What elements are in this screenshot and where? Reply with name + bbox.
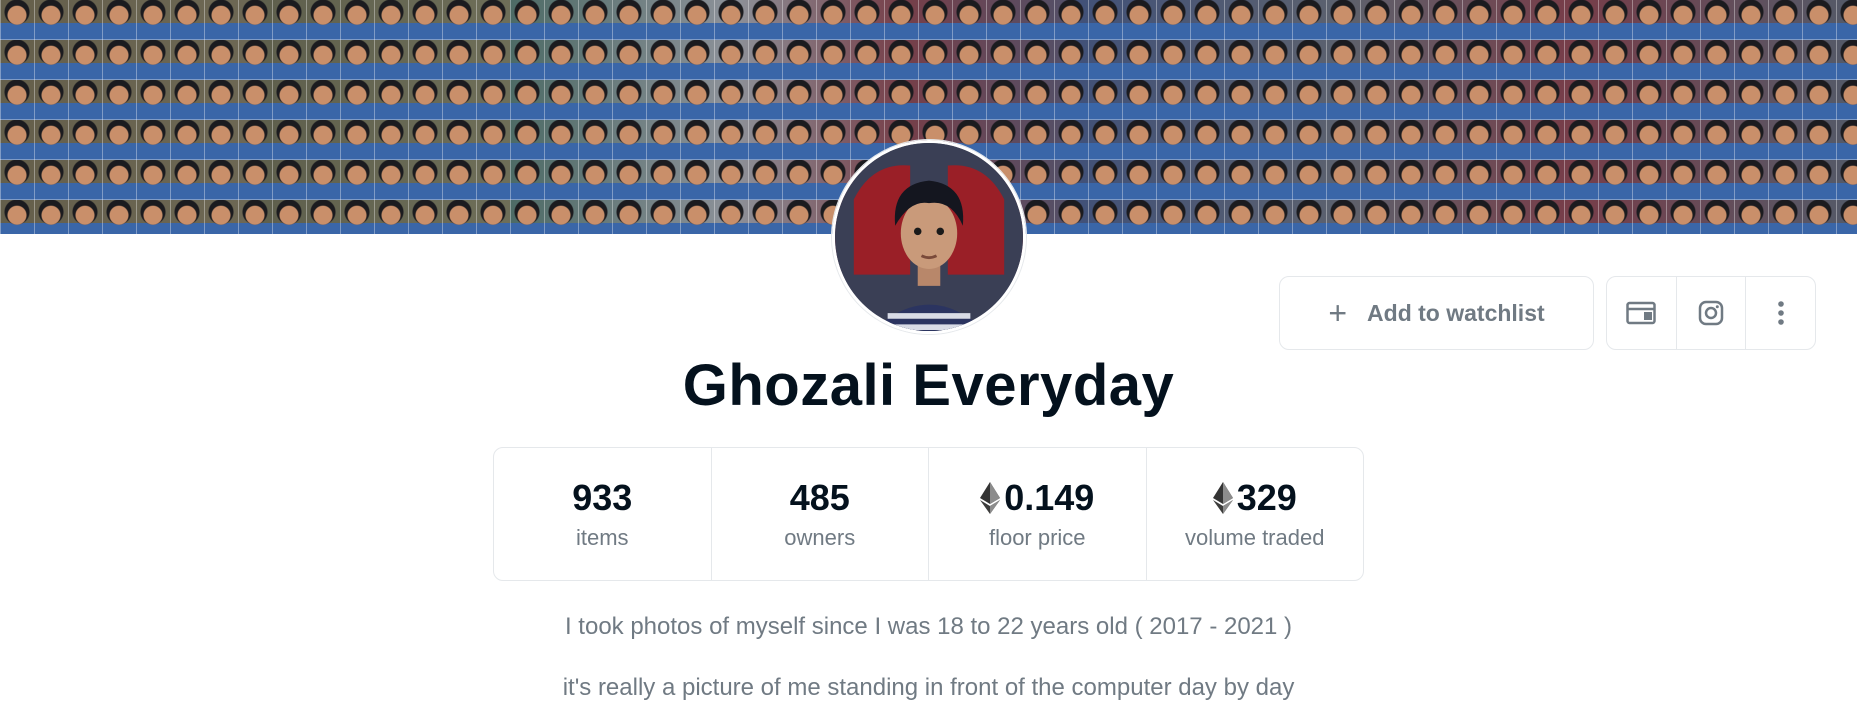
more-options-icon (1777, 301, 1784, 325)
stat-volume-traded-value: 329 (1236, 477, 1297, 518)
collection-description-line: it's really a picture of me standing in … (562, 674, 1295, 701)
website-icon (1626, 301, 1657, 325)
stat-owners[interactable]: 485 owners (710, 448, 929, 580)
stat-owners-value: 485 (789, 477, 850, 518)
avatar-portrait (835, 143, 1023, 331)
stat-value: 329 (1212, 477, 1297, 519)
stat-value: 485 (790, 477, 850, 519)
collection-title: Ghozali Everyday (682, 353, 1175, 418)
stat-label: items (575, 525, 629, 550)
stat-floor-price[interactable]: 0.149 floor price (928, 448, 1146, 580)
instagram-button[interactable] (1675, 277, 1746, 349)
stat-items[interactable]: 933 items (494, 448, 711, 580)
instagram-icon (1698, 300, 1724, 326)
stat-value: 0.149 (980, 477, 1094, 519)
stat-floor-price-value: 0.149 (1004, 477, 1095, 518)
stat-label: owners (784, 525, 856, 550)
stat-label: floor price (988, 525, 1086, 550)
social-links-group (1606, 276, 1816, 350)
stat-volume-traded[interactable]: 329 volume traded (1145, 448, 1364, 580)
website-button[interactable] (1607, 277, 1676, 349)
plus-icon: + (1328, 295, 1348, 331)
ethereum-icon (980, 482, 1001, 514)
add-to-watchlist-button[interactable]: + Add to watchlist (1279, 276, 1594, 350)
stat-items-value: 933 (572, 477, 633, 518)
ethereum-icon (1212, 482, 1233, 514)
stat-label: volume traded (1185, 525, 1325, 550)
collection-description-line: I took photos of myself since I was 18 t… (564, 613, 1293, 640)
stat-value: 933 (572, 477, 632, 519)
collection-stats: 933 items 485 owners 0.149 floor price 3… (493, 447, 1364, 581)
collection-avatar (832, 140, 1026, 334)
watchlist-label: Add to watchlist (1367, 299, 1545, 326)
more-options-button[interactable] (1745, 277, 1815, 349)
